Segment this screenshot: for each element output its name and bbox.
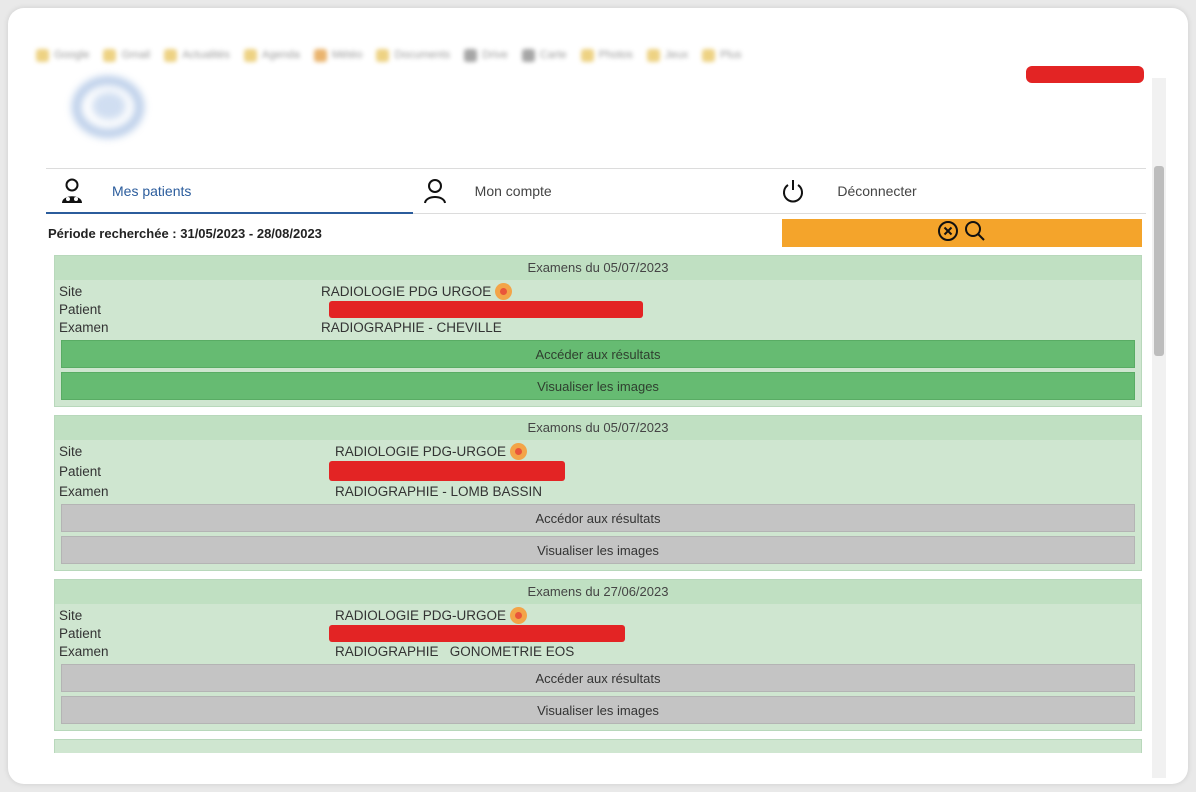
bookmark-item[interactable]: Jeux: [646, 32, 688, 78]
exam-patient-row: Patient: [59, 460, 1137, 482]
search-icon[interactable]: [963, 219, 987, 248]
bookmark-item[interactable]: Agenda: [243, 32, 300, 78]
tab-label: Mes patients: [112, 183, 192, 199]
bookmark-icon: [646, 48, 660, 62]
bookmarks-bar: Google Gmail Actualités Agenda Météo Doc…: [8, 8, 1188, 78]
browser-window: Google Gmail Actualités Agenda Météo Doc…: [8, 8, 1188, 784]
view-images-button[interactable]: Visualiser les images: [61, 372, 1135, 400]
tab-mon-compte[interactable]: Mon compte: [413, 169, 780, 213]
scrollbar-thumb[interactable]: [1154, 166, 1164, 356]
exam-value: RADIOGRAPHIE GONOMETRIE EOS: [335, 643, 575, 659]
exam-date-header: Examens du 27/06/2023: [55, 580, 1141, 604]
tab-deconnecter[interactable]: Déconnecter: [779, 169, 1146, 213]
access-results-button[interactable]: Accéder aux résultats: [61, 664, 1135, 692]
bookmark-icon: [521, 48, 535, 62]
main-content: Mes patients Mon compte Déconnecter Péri…: [46, 168, 1146, 753]
bookmark-item[interactable]: Carte: [521, 32, 567, 78]
exam-card: Examens du 27/06/2023 Site RADIOLOGIE PD…: [54, 579, 1142, 731]
bookmark-item[interactable]: Photos: [580, 32, 633, 78]
bookmark-icon: [464, 48, 478, 62]
site-value-wrap: RADIOLOGIE PDG-URGOE: [335, 442, 528, 460]
redacted-username: [1026, 66, 1144, 83]
user-icon: [421, 177, 449, 205]
patient-label: Patient: [59, 463, 102, 479]
search-row: Période recherchée : 31/05/2023 - 28/08/…: [46, 214, 1146, 252]
redacted-patient-name: [329, 300, 643, 318]
redacted-patient-name: [329, 461, 565, 481]
bookmark-icon: [36, 48, 49, 62]
site-value: RADIOLOGIE PDG-URGOE: [335, 607, 507, 623]
exam-card: Examons du 05/07/2023 Site RADIOLOGIE PD…: [54, 415, 1142, 571]
bookmark-icon: [376, 48, 390, 62]
exam-site-row: Site RADIOLOGIE PDG-URGOE: [59, 606, 1137, 624]
exam-date-header: Examons du 05/07/2023: [55, 416, 1141, 440]
site-value: RADIOLOGIE PDG URGOE: [321, 283, 492, 299]
tab-label: Mon compte: [474, 183, 552, 199]
exam-card: Examens du 05/07/2023 Site RADIOLOGIE PD…: [54, 255, 1142, 407]
site-label: Site: [59, 443, 83, 459]
exam-label: Examen: [59, 319, 109, 335]
clear-search-icon[interactable]: [937, 220, 959, 247]
exam-type-row: Examen RADIOGRAPHIE - CHEVILLE: [59, 318, 1137, 336]
logo-core: [92, 92, 126, 120]
bookmark-icon: [103, 48, 117, 62]
search-bar[interactable]: [782, 219, 1142, 247]
exam-value: RADIOGRAPHIE - LOMB BASSIN: [335, 483, 543, 499]
view-images-button[interactable]: Visualiser les images: [61, 536, 1135, 564]
tab-label: Déconnecter: [837, 183, 917, 199]
location-pin-icon[interactable]: [510, 606, 528, 624]
exam-site-row: Site RADIOLOGIE PDG-URGOE: [59, 442, 1137, 460]
patient-label: Patient: [59, 625, 102, 641]
main-nav: Mes patients Mon compte Déconnecter: [46, 168, 1146, 214]
next-exam-card-peek: [54, 739, 1142, 753]
clinic-logo: [62, 64, 162, 164]
exam-value: RADIOGRAPHIE - CHEVILLE: [321, 319, 502, 335]
site-value: RADIOLOGIE PDG-URGOE: [335, 443, 507, 459]
site-label: Site: [59, 283, 83, 299]
bookmark-icon: [580, 48, 594, 62]
view-images-button[interactable]: Visualiser les images: [61, 696, 1135, 724]
exam-type-row: Examen RADIOGRAPHIE GONOMETRIE EOS: [59, 642, 1137, 660]
exam-label: Examen: [59, 483, 109, 499]
location-pin-icon[interactable]: [495, 282, 513, 300]
redacted-patient-name: [329, 624, 625, 642]
bookmark-item[interactable]: Drive: [464, 32, 508, 78]
scrollbar[interactable]: [1152, 78, 1166, 778]
location-pin-icon[interactable]: [510, 442, 528, 460]
power-icon: [779, 177, 807, 205]
site-value-wrap: RADIOLOGIE PDG URGOE: [321, 282, 513, 300]
exam-type-row: Examen RADIOGRAPHIE - LOMB BASSIN: [59, 482, 1137, 500]
bookmark-icon: [702, 48, 716, 62]
bookmark-icon: [164, 48, 178, 62]
exam-patient-row: Patient: [59, 624, 1137, 642]
bookmark-item[interactable]: Actualités: [164, 32, 230, 78]
tab-mes-patients[interactable]: Mes patients: [46, 169, 413, 214]
site-label: Site: [59, 607, 83, 623]
bookmark-item[interactable]: Plus: [702, 32, 742, 78]
exam-label: Examen: [59, 643, 109, 659]
access-results-button[interactable]: Accéder aux résultats: [61, 340, 1135, 368]
exam-patient-row: Patient: [59, 300, 1137, 318]
site-value-wrap: RADIOLOGIE PDG-URGOE: [335, 606, 528, 624]
bookmark-icon: [243, 48, 257, 62]
search-period: Période recherchée : 31/05/2023 - 28/08/…: [48, 225, 322, 241]
bookmark-item[interactable]: Météo: [313, 32, 362, 78]
exam-date-header: Examens du 05/07/2023: [55, 256, 1141, 280]
exam-site-row: Site RADIOLOGIE PDG URGOE: [59, 282, 1137, 300]
access-results-button[interactable]: Accédor aux résultats: [61, 504, 1135, 532]
user-area: [1026, 66, 1144, 83]
doctor-icon: [58, 177, 86, 205]
bookmark-item[interactable]: Documents: [376, 32, 450, 78]
bookmark-icon: [313, 48, 327, 62]
patient-label: Patient: [59, 301, 102, 317]
